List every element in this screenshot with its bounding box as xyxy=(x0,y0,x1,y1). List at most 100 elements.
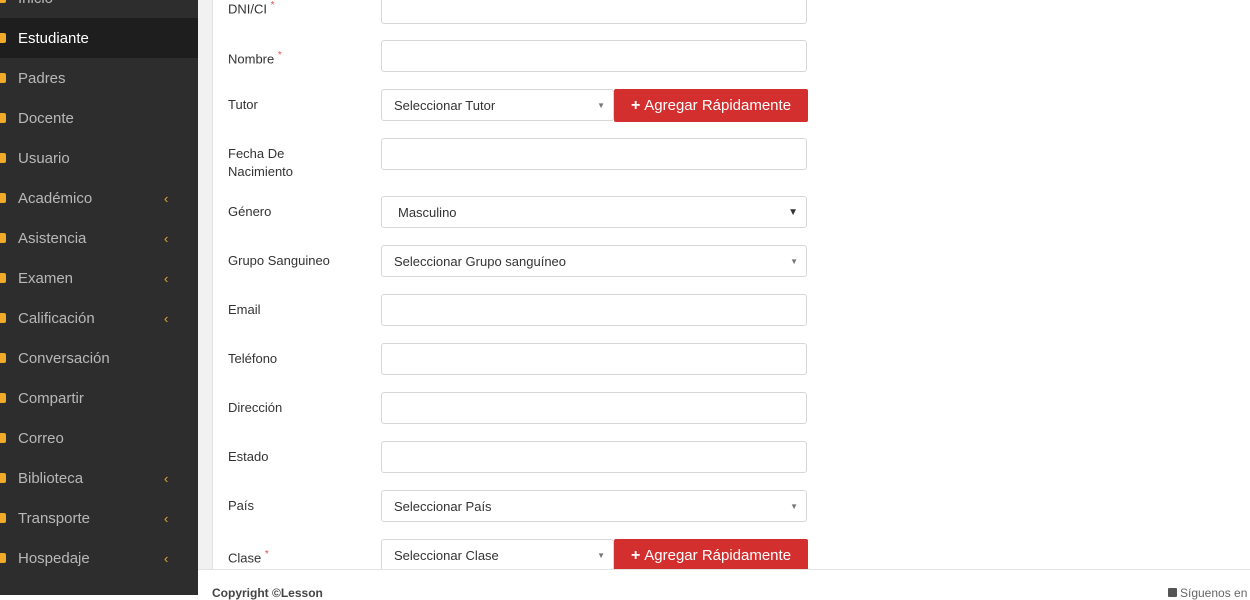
sidebar-item-label: Hospedaje xyxy=(18,549,90,567)
sidebar-item[interactable]: Compartir xyxy=(0,378,198,418)
plus-icon: + xyxy=(630,546,641,564)
sidebar-item[interactable]: Usuario xyxy=(0,138,198,178)
user-icon xyxy=(0,153,6,163)
sidebar-item[interactable]: Examen ‹ xyxy=(0,258,198,298)
quick-add-tutor-label: Agregar Rápidamente xyxy=(644,97,792,114)
pais-select[interactable]: Seleccionar País ▼ xyxy=(381,490,807,522)
chevron-left-icon: ‹ xyxy=(164,510,169,526)
home-icon xyxy=(0,0,6,3)
sidebar-item-label: Conversación xyxy=(18,349,110,367)
clase-label: Clase * xyxy=(228,549,269,566)
chevron-down-icon: ▼ xyxy=(790,502,798,511)
teacher-icon xyxy=(0,113,6,123)
library-icon xyxy=(0,473,6,483)
mail-icon xyxy=(0,433,6,443)
tutor-label: Tutor xyxy=(228,97,258,112)
sidebar-item[interactable]: Docente xyxy=(0,98,198,138)
sidebar-item[interactable]: Calificación ‹ xyxy=(0,298,198,338)
genero-select-value: Masculino xyxy=(398,204,457,220)
fecha-label: Fecha De Nacimiento xyxy=(228,145,368,181)
sidebar-item-label: Biblioteca xyxy=(18,469,84,487)
chevron-down-icon: ▼ xyxy=(597,551,605,560)
sidebar-item[interactable]: Transporte ‹ xyxy=(0,498,198,538)
exam-icon xyxy=(0,273,6,283)
estado-input[interactable] xyxy=(381,441,807,473)
fecha-label-line2: Nacimiento xyxy=(228,164,294,179)
panel-border xyxy=(212,0,213,570)
chevron-down-icon: ▼ xyxy=(788,207,798,218)
nombre-input[interactable] xyxy=(381,40,807,72)
chevron-left-icon: ‹ xyxy=(164,230,169,246)
sidebar-item-label: Usuario xyxy=(18,149,70,167)
sidebar-item-label: Asistencia xyxy=(18,229,87,247)
copyright-text: Copyright ©Lesson xyxy=(212,586,323,600)
tutor-select-value: Seleccionar Tutor xyxy=(394,97,496,113)
pais-label: País xyxy=(228,498,255,513)
follow-us-link[interactable]: Síguenos en xyxy=(1168,586,1247,600)
email-input[interactable] xyxy=(381,294,807,326)
hostel-icon xyxy=(0,553,6,563)
parents-icon xyxy=(0,73,6,83)
genero-label: Género xyxy=(228,204,272,219)
footer: Copyright ©Lesson Síguenos en xyxy=(198,569,1250,600)
sidebar-item[interactable]: Académico ‹ xyxy=(0,178,198,218)
quick-add-clase-label: Agregar Rápidamente xyxy=(644,547,792,564)
chevron-left-icon: ‹ xyxy=(164,270,169,286)
chevron-left-icon: ‹ xyxy=(164,190,169,206)
sidebar-item[interactable]: Hospedaje ‹ xyxy=(0,538,198,578)
email-label: Email xyxy=(228,302,261,317)
facebook-icon xyxy=(1168,588,1177,597)
nombre-label: Nombre * xyxy=(228,50,282,67)
sidebar-item[interactable]: Conversación xyxy=(0,338,198,378)
sidebar-item-label: Transporte xyxy=(18,509,90,527)
message-icon xyxy=(0,353,6,363)
sidebar-item-label: Docente xyxy=(18,109,74,127)
sidebar-item[interactable]: Biblioteca ‹ xyxy=(0,458,198,498)
telefono-label: Teléfono xyxy=(228,351,278,366)
sidebar-item[interactable]: Inicio xyxy=(0,0,198,18)
dni-label: DNI/CI * xyxy=(228,0,275,17)
grupo-sanguineo-select[interactable]: Seleccionar Grupo sanguíneo ▼ xyxy=(381,245,807,277)
attendance-icon xyxy=(0,233,6,243)
sidebar-item[interactable]: Correo xyxy=(0,418,198,458)
direccion-input[interactable] xyxy=(381,392,807,424)
sidebar-item[interactable]: Padres xyxy=(0,58,198,98)
genero-select[interactable]: Masculino ▼ xyxy=(381,196,807,228)
sidebar: Inicio Estudiante Padres Docente Usuario Acad… xyxy=(0,0,198,595)
sidebar-item-label: Inicio xyxy=(18,0,53,7)
academic-icon xyxy=(0,193,6,203)
pais-select-value: Seleccionar País xyxy=(394,498,492,514)
sidebar-item-label: Examen xyxy=(18,269,74,287)
grupo-sanguineo-select-value: Seleccionar Grupo sanguíneo xyxy=(394,253,567,269)
sidebar-item-label: Estudiante xyxy=(18,29,89,47)
clase-select-value: Seleccionar Clase xyxy=(394,547,499,563)
content-gutter xyxy=(198,0,212,570)
estado-label: Estado xyxy=(228,449,269,464)
chevron-left-icon: ‹ xyxy=(164,550,169,566)
dni-input[interactable] xyxy=(381,0,807,24)
direccion-label: Dirección xyxy=(228,400,283,415)
plus-icon: + xyxy=(630,96,641,114)
quick-add-tutor-button[interactable]: + Agregar Rápidamente xyxy=(614,89,808,122)
quick-add-clase-button[interactable]: + Agregar Rápidamente xyxy=(614,539,808,572)
grupo-sanguineo-label: Grupo Sanguineo xyxy=(228,253,330,268)
fecha-nacimiento-input[interactable] xyxy=(381,138,807,170)
sidebar-item[interactable]: Estudiante xyxy=(0,18,198,58)
student-icon xyxy=(0,33,6,43)
telefono-input[interactable] xyxy=(381,343,807,375)
sidebar-item-label: Correo xyxy=(18,429,64,447)
grade-icon xyxy=(0,313,6,323)
clase-select[interactable]: Seleccionar Clase ▼ xyxy=(381,539,614,571)
tutor-select[interactable]: Seleccionar Tutor ▼ xyxy=(381,89,614,121)
sidebar-item-label: Compartir xyxy=(18,389,84,407)
sidebar-item[interactable]: Asistencia ‹ xyxy=(0,218,198,258)
sidebar-item-label: Académico xyxy=(18,189,93,207)
chevron-down-icon: ▼ xyxy=(790,257,798,266)
follow-us-text: Síguenos en xyxy=(1180,586,1248,600)
sidebar-item-label: Calificación xyxy=(18,309,95,327)
transport-icon xyxy=(0,513,6,523)
chevron-left-icon: ‹ xyxy=(164,470,169,486)
sidebar-item-label: Padres xyxy=(18,69,66,87)
share-icon xyxy=(0,393,6,403)
fecha-label-line1: Fecha De xyxy=(228,146,285,161)
